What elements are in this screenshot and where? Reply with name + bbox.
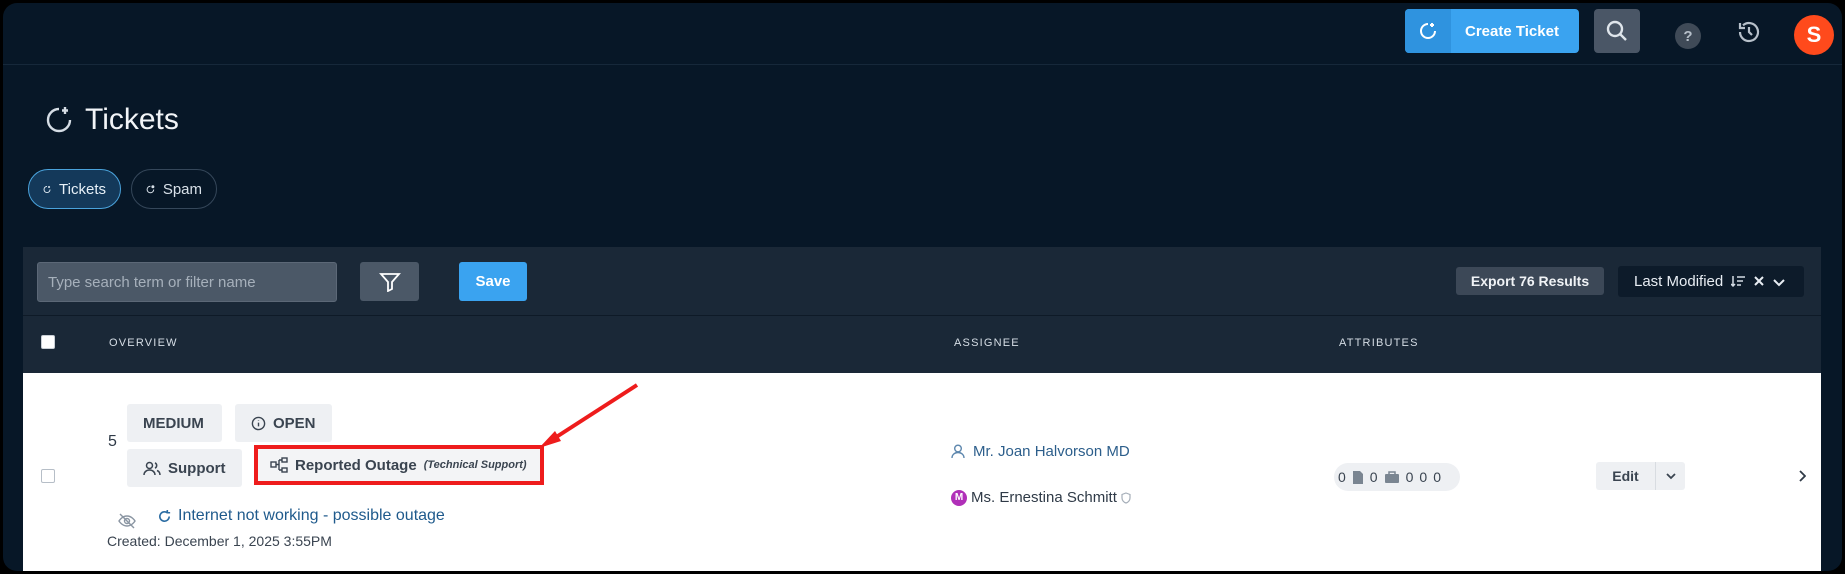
ticket-icon [43, 185, 51, 193]
attr-count-c: 0 [1405, 469, 1414, 485]
sort-label: Last Modified [1634, 273, 1724, 290]
search-input[interactable] [37, 262, 337, 302]
users-icon [143, 461, 161, 475]
refresh-icon [159, 509, 171, 522]
tab-spam-label: Spam [162, 180, 202, 198]
ticket-number: 5 [108, 433, 117, 450]
table-header: OVERVIEW ASSIGNEE ATTRIBUTES [23, 315, 1821, 367]
help-icon[interactable]: ? [1675, 23, 1701, 49]
header-overview: OVERVIEW [109, 337, 178, 349]
edit-dropdown-button[interactable] [1656, 462, 1685, 490]
filter-button[interactable] [360, 262, 419, 301]
row-checkbox[interactable] [41, 469, 55, 483]
attr-count-e: 0 [1433, 469, 1441, 485]
ticket-subject-link[interactable]: Internet not working - possible outage [157, 507, 445, 525]
edit-button[interactable]: Edit [1596, 462, 1656, 490]
tickets-panel: Save Export 76 Results Last Modified OVE… [23, 247, 1821, 571]
requester-name: Ms. Ernestina Schmitt [971, 489, 1117, 506]
search-icon [1606, 20, 1627, 41]
sort-order-icon[interactable] [1730, 274, 1746, 290]
attr-count-a: 0 [1338, 469, 1346, 485]
tab-tickets-label: Tickets [59, 180, 106, 198]
ticket-type-badge[interactable]: Reported Outage (Technical Support) [254, 445, 544, 485]
clear-sort-icon[interactable] [1753, 274, 1765, 290]
header-assignee: ASSIGNEE [954, 337, 1020, 349]
search-button[interactable] [1594, 9, 1640, 53]
app-window: Create Ticket ? S Tickets Tickets Spam T… [3, 3, 1842, 571]
workflow-icon [270, 457, 288, 473]
chevron-down-icon [1665, 472, 1676, 479]
ticket-type-sub-label: (Technical Support) [423, 459, 527, 471]
avatar-letter: S [1806, 22, 1822, 47]
export-label: Export 76 Results [1470, 273, 1590, 289]
sort-selector[interactable]: Last Modified [1618, 266, 1804, 297]
group-label: Support [168, 459, 226, 477]
requester[interactable]: M Ms. Ernestina Schmitt [951, 489, 1131, 506]
chevron-right-icon[interactable] [1798, 469, 1807, 487]
chevron-down-icon[interactable] [1773, 274, 1785, 290]
priority-badge[interactable]: MEDIUM [127, 404, 222, 442]
create-ticket-button[interactable]: Create Ticket [1405, 9, 1579, 53]
ticket-icon [46, 107, 72, 133]
briefcase-icon [1384, 471, 1399, 483]
filter-icon [378, 272, 401, 292]
ticket-subject: Internet not working - possible outage [178, 507, 445, 524]
history-icon[interactable] [1736, 19, 1762, 50]
tab-tickets[interactable]: Tickets [28, 169, 121, 209]
status-label: OPEN [273, 414, 316, 432]
priority-label: MEDIUM [143, 414, 204, 432]
attributes-summary[interactable]: 0 0 0 0 0 [1334, 463, 1460, 491]
save-label: Save [475, 273, 511, 290]
attr-count-d: 0 [1419, 469, 1428, 485]
group-badge[interactable]: Support [127, 449, 242, 487]
table-row[interactable]: 5 MEDIUM OPEN Support Reported Outage (T… [23, 373, 1821, 571]
header-attributes: ATTRIBUTES [1339, 337, 1419, 349]
save-button[interactable]: Save [459, 262, 527, 301]
top-bar: Create Ticket ? S [3, 3, 1842, 65]
eye-off-icon[interactable] [118, 513, 136, 534]
assignee-link[interactable]: Mr. Joan Halvorson MD [951, 443, 1130, 460]
help-label: ? [1683, 27, 1693, 45]
user-icon [951, 444, 965, 459]
shield-icon [1121, 491, 1131, 504]
page-title: Tickets [43, 103, 179, 137]
attr-count-b: 0 [1369, 469, 1378, 485]
select-all-checkbox[interactable] [41, 335, 55, 349]
ticket-type-label: Reported Outage [295, 456, 417, 474]
edit-button-group: Edit [1596, 462, 1685, 490]
page-title-text: Tickets [85, 103, 179, 136]
spam-icon [146, 184, 155, 193]
status-badge[interactable]: OPEN [235, 404, 332, 442]
tab-spam[interactable]: Spam [131, 169, 217, 209]
ticket-icon [1405, 9, 1451, 53]
requester-badge: M [951, 489, 967, 506]
create-ticket-label: Create Ticket [1465, 22, 1559, 40]
info-icon [251, 416, 266, 430]
created-date: Created: December 1, 2025 3:55PM [107, 533, 332, 549]
export-results-button[interactable]: Export 76 Results [1456, 267, 1604, 295]
document-icon [1352, 470, 1363, 484]
assignee-name: Mr. Joan Halvorson MD [973, 443, 1130, 460]
user-avatar[interactable]: S [1794, 15, 1834, 55]
edit-label: Edit [1612, 468, 1639, 484]
